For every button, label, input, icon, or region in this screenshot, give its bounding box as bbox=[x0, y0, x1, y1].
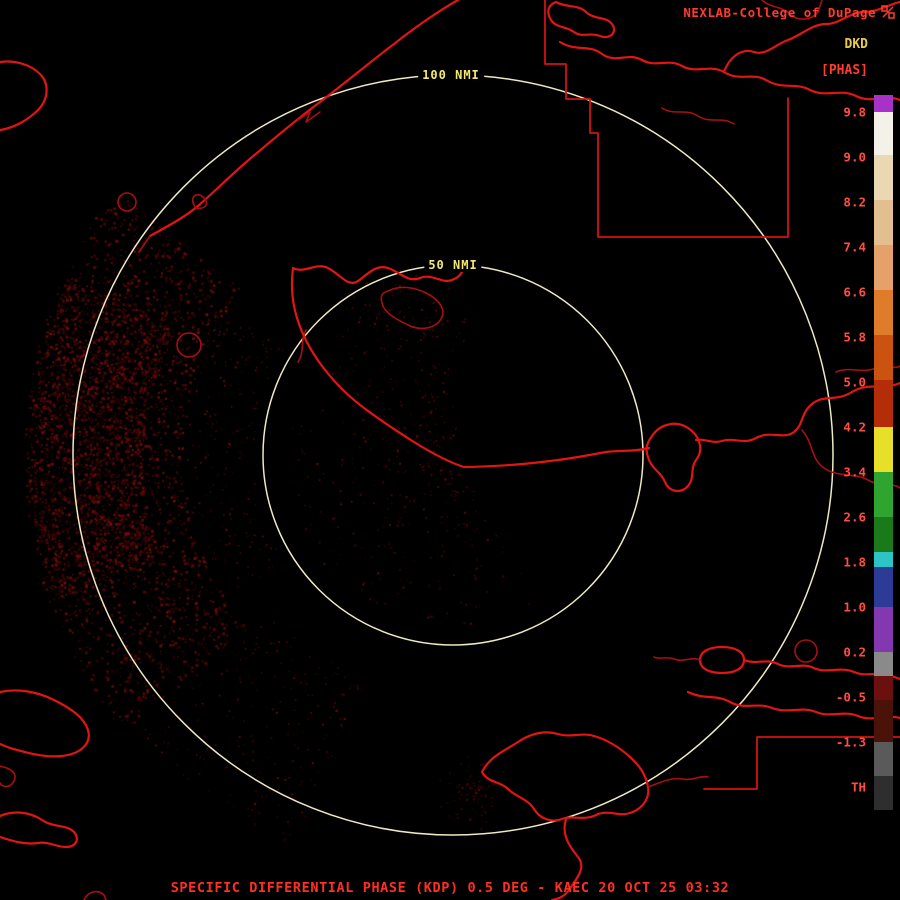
range-ring-label-50nmi: 50 NMI bbox=[424, 258, 481, 272]
inlet-descender bbox=[298, 330, 306, 362]
coastline-northwest bbox=[150, 0, 458, 236]
colorbar-segment bbox=[874, 472, 893, 517]
range-ring-label-100nmi: 100 NMI bbox=[418, 68, 484, 82]
colorbar-segment bbox=[874, 290, 893, 335]
river-east bbox=[696, 383, 900, 442]
product-code: DKD bbox=[845, 37, 868, 52]
colorbar-tick-label: 1.0 bbox=[843, 600, 866, 615]
delta-outline bbox=[482, 732, 648, 820]
colorbar-ticks: 9.8 9.0 8.2 7.4 6.6 5.8 5.0 4.2 3.4 2.6 1.8 1.0 0.2 -… bbox=[810, 95, 866, 810]
border-stairstep-south bbox=[704, 737, 900, 789]
colorbar-segment bbox=[874, 517, 893, 552]
colorbar-segment bbox=[874, 607, 893, 652]
island-topleft bbox=[0, 62, 47, 131]
colorbar-tick-label: 3.4 bbox=[843, 465, 866, 480]
colorbar-tick-label: 9.0 bbox=[843, 150, 866, 165]
radar-display: 100 NMI 50 NMI NEXLAB-College of DuPage … bbox=[0, 0, 900, 900]
colorbar bbox=[874, 95, 893, 810]
colorbar-segment bbox=[874, 676, 893, 700]
colorbar-tick-label: -1.3 bbox=[836, 735, 866, 750]
colorbar-tick-label: 8.2 bbox=[843, 195, 866, 210]
colorbar-segment bbox=[874, 652, 893, 676]
coastline-spur bbox=[139, 236, 150, 252]
colorbar-segment bbox=[874, 155, 893, 200]
shape-top-north bbox=[548, 2, 614, 37]
coastline-zigzag bbox=[298, 112, 320, 122]
colorbar-tick-label: 6.6 bbox=[843, 285, 866, 300]
colorbar-tick-label: 4.2 bbox=[843, 420, 866, 435]
product-units: [PHAS] bbox=[821, 63, 868, 78]
cod-logo-icon bbox=[881, 5, 895, 19]
colorbar-segment bbox=[874, 245, 893, 290]
colorbar-tick-label: 0.2 bbox=[843, 645, 866, 660]
colorbar-segment bbox=[874, 427, 893, 472]
colorbar-segment bbox=[874, 700, 893, 742]
brand-text: NEXLAB-College of DuPage bbox=[683, 5, 876, 20]
colorbar-tick-label: 5.8 bbox=[843, 330, 866, 345]
lagoon-outline bbox=[381, 287, 443, 328]
bay-inlet-east bbox=[647, 424, 701, 491]
colorbar-segment bbox=[874, 567, 893, 607]
colorbar-segment bbox=[874, 200, 893, 245]
colorbar-segment bbox=[874, 112, 893, 155]
delta-east-arm bbox=[648, 777, 708, 787]
colorbar-tick-label: 1.8 bbox=[843, 555, 866, 570]
footer-caption: SPECIFIC DIFFERENTIAL PHASE (KDP) 0.5 DE… bbox=[0, 880, 900, 896]
colorbar-tick-label: 5.0 bbox=[843, 375, 866, 390]
colorbar-segment bbox=[874, 552, 893, 567]
island-west-2 bbox=[0, 766, 15, 787]
colorbar-segment bbox=[874, 742, 893, 776]
colorbar-segment bbox=[874, 776, 893, 810]
colorbar-segment bbox=[874, 380, 893, 427]
colorbar-tick-label: TH bbox=[851, 780, 866, 795]
colorbar-segment bbox=[874, 335, 893, 380]
river-branch-small bbox=[662, 108, 734, 124]
lake-circle-1 bbox=[118, 193, 136, 211]
colorbar-tick-label: 9.8 bbox=[843, 105, 866, 120]
lake-circle-2 bbox=[177, 333, 201, 357]
map-outlines bbox=[0, 0, 900, 900]
coastline-central bbox=[292, 268, 649, 467]
map-outlines-layer bbox=[0, 0, 900, 900]
lake-loop-west-arm bbox=[654, 657, 700, 660]
colorbar-tick-label: 7.4 bbox=[843, 240, 866, 255]
colorbar-tick-label: 2.6 bbox=[843, 510, 866, 525]
lake-loop-southeast bbox=[700, 647, 744, 673]
river-southeast-2 bbox=[688, 692, 900, 718]
island-southwest bbox=[0, 813, 77, 847]
colorbar-segment bbox=[874, 95, 893, 112]
colorbar-tick-label: -0.5 bbox=[836, 690, 866, 705]
island-west-1 bbox=[0, 690, 89, 756]
